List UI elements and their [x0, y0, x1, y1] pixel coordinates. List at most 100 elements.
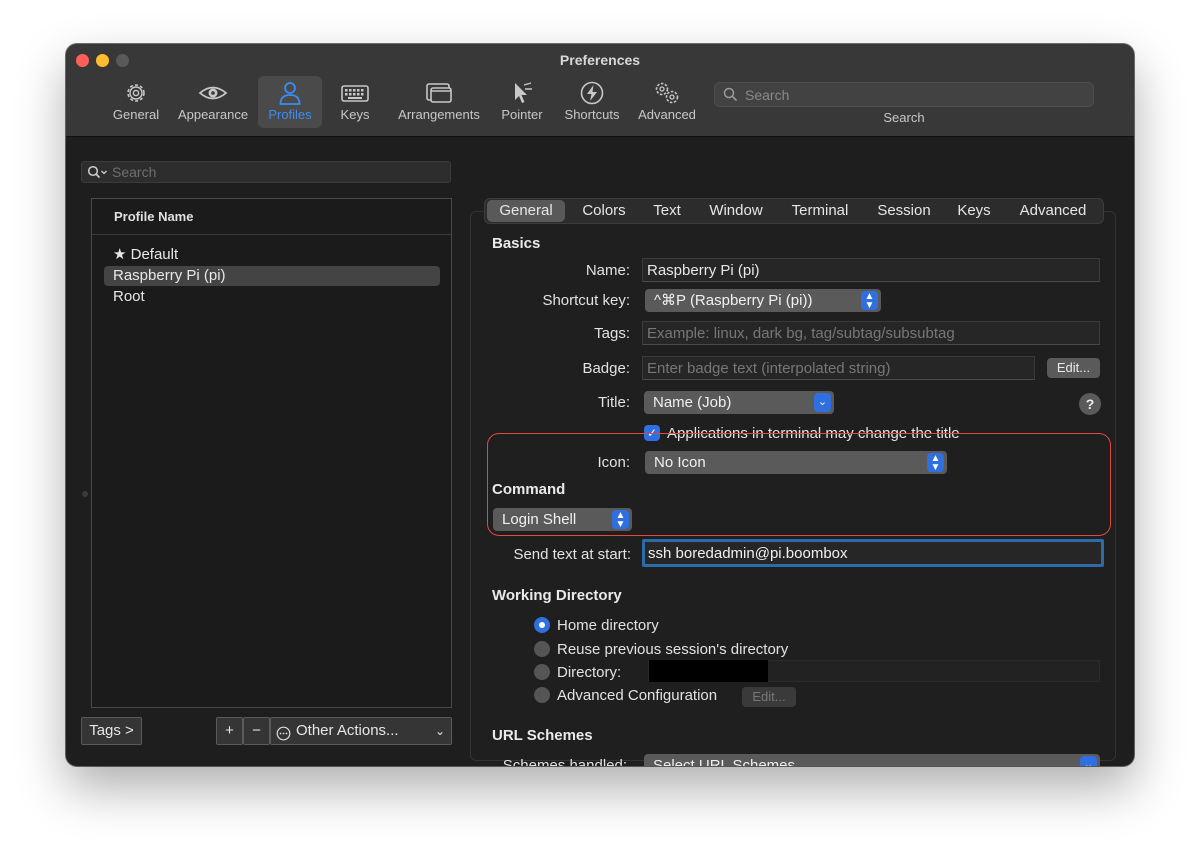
- shortcut-key-popup[interactable]: ^⌘P (Raspberry Pi (pi)) ▲ ▼: [645, 289, 881, 312]
- other-actions-menu[interactable]: Other Actions... ⌄: [270, 717, 452, 745]
- keyboard-icon: [330, 76, 380, 106]
- other-actions-label: Other Actions...: [296, 722, 399, 739]
- badge-field[interactable]: [642, 356, 1035, 380]
- url-schemes-value: Select URL Schemes...: [653, 757, 808, 766]
- preferences-window: Preferences General Appearance Profiles: [66, 44, 1134, 766]
- cursor-icon: [496, 76, 548, 106]
- reuse-directory-label: Reuse previous session's directory: [557, 641, 789, 658]
- profile-tabs: General Colors Text Window Terminal Sess…: [484, 198, 1104, 224]
- toolbar-general[interactable]: General: [110, 76, 162, 128]
- toolbar-advanced[interactable]: Advanced: [632, 76, 702, 128]
- command-type-value: Login Shell: [502, 511, 577, 528]
- tags-field[interactable]: [642, 321, 1100, 345]
- profile-item-root[interactable]: Root: [104, 287, 440, 307]
- url-schemes-popup[interactable]: Select URL Schemes... ⌄: [644, 754, 1100, 766]
- shortcut-key-label: Shortcut key:: [542, 292, 630, 309]
- toolbar-profiles-label: Profiles: [268, 107, 312, 122]
- remove-profile-button[interactable]: −: [243, 717, 270, 745]
- profile-item-default[interactable]: ★ Default: [104, 245, 440, 265]
- chevron-down-icon: ⌄: [814, 393, 831, 412]
- title-label: Title:: [598, 394, 630, 411]
- send-text-input[interactable]: [648, 544, 1088, 562]
- name-input[interactable]: [647, 262, 1095, 279]
- reuse-directory-radio[interactable]: [534, 641, 550, 657]
- shortcut-key-value: ^⌘P (Raspberry Pi (pi)): [654, 292, 813, 309]
- tab-terminal[interactable]: Terminal: [780, 200, 860, 222]
- up-down-chevron-icon: ▲ ▼: [861, 291, 878, 311]
- directory-radio[interactable]: [534, 664, 550, 680]
- eye-icon: [174, 76, 252, 106]
- tab-session[interactable]: Session: [866, 200, 942, 222]
- name-field[interactable]: [642, 258, 1100, 282]
- toolbar-pointer[interactable]: Pointer: [496, 76, 548, 128]
- advanced-configuration-radio[interactable]: [534, 687, 550, 703]
- badge-edit-button[interactable]: Edit...: [1047, 358, 1100, 378]
- toolbar-search-input[interactable]: [745, 86, 1085, 104]
- toolbar-arrangements-label: Arrangements: [398, 107, 480, 122]
- title-value: Name (Job): [653, 394, 732, 411]
- add-profile-button[interactable]: +: [216, 717, 243, 745]
- toolbar-shortcuts[interactable]: Shortcuts: [560, 76, 624, 128]
- tags-input[interactable]: [647, 325, 1095, 342]
- send-text-field[interactable]: [642, 539, 1104, 567]
- chevron-down-icon: ⌄: [434, 724, 445, 738]
- profile-search-input[interactable]: [112, 164, 442, 180]
- tab-advanced[interactable]: Advanced: [1007, 200, 1099, 222]
- profile-list: Profile Name ★ Default Raspberry Pi (pi)…: [91, 198, 452, 708]
- title-popup[interactable]: Name (Job) ⌄: [644, 391, 834, 414]
- magnifier-icon: [723, 87, 738, 107]
- tags-toggle-button[interactable]: Tags >: [81, 717, 142, 745]
- bolt-icon: [560, 76, 624, 106]
- profile-item-raspberry-pi[interactable]: Raspberry Pi (pi): [104, 266, 440, 286]
- name-label: Name:: [585, 262, 630, 279]
- badge-input[interactable]: [647, 360, 1030, 377]
- toolbar-pointer-label: Pointer: [501, 107, 543, 122]
- window-title: Preferences: [559, 52, 641, 68]
- windows-icon: [392, 76, 486, 106]
- preferences-body: Profile Name ★ Default Raspberry Pi (pi)…: [66, 138, 1134, 766]
- split-view-handle[interactable]: [82, 491, 88, 497]
- tab-text[interactable]: Text: [642, 200, 692, 222]
- toolbar-search-field[interactable]: [714, 82, 1094, 107]
- profile-list-header[interactable]: Profile Name: [114, 209, 193, 224]
- help-button[interactable]: ?: [1079, 393, 1101, 415]
- basics-section-title: Basics: [492, 235, 541, 252]
- divider: [92, 234, 451, 235]
- toolbar-general-label: General: [112, 107, 160, 122]
- advanced-configuration-edit-button[interactable]: Edit...: [742, 687, 796, 707]
- person-icon: [258, 76, 322, 106]
- toolbar-keys-label: Keys: [340, 107, 370, 122]
- tab-keys[interactable]: Keys: [947, 200, 1001, 222]
- tags-label: Tags:: [594, 325, 630, 342]
- working-directory-title: Working Directory: [492, 587, 622, 604]
- tab-colors[interactable]: Colors: [569, 200, 639, 222]
- advanced-configuration-label: Advanced Configuration: [557, 687, 718, 704]
- home-directory-radio[interactable]: [534, 617, 550, 633]
- profile-search-field[interactable]: [81, 161, 451, 183]
- tab-window[interactable]: Window: [697, 200, 775, 222]
- command-type-popup[interactable]: Login Shell ▲ ▼: [493, 508, 632, 531]
- tab-general[interactable]: General: [487, 200, 565, 222]
- command-section-title: Command: [492, 481, 566, 498]
- gear-icon: [110, 76, 162, 106]
- schemes-handled-label: Schemes handled:: [502, 757, 627, 766]
- home-directory-label: Home directory: [557, 617, 659, 634]
- toolbar-search-caption: Search: [883, 110, 925, 125]
- toolbar-shortcuts-label: Shortcuts: [564, 107, 620, 122]
- badge-label: Badge:: [582, 360, 630, 377]
- search-filter-icon[interactable]: [87, 165, 109, 184]
- toolbar-arrangements[interactable]: Arrangements: [392, 76, 486, 128]
- up-down-chevron-icon: ▲ ▼: [612, 510, 629, 530]
- toolbar-profiles[interactable]: Profiles: [258, 76, 322, 128]
- directory-label: Directory:: [557, 664, 622, 681]
- redacted-path: [649, 660, 768, 682]
- ellipsis-circle-icon: [276, 724, 291, 750]
- titlebar: Preferences General Appearance Profiles: [66, 44, 1134, 137]
- toolbar-advanced-label: Advanced: [638, 107, 696, 122]
- toolbar-keys[interactable]: Keys: [330, 76, 380, 128]
- url-schemes-title: URL Schemes: [492, 727, 593, 744]
- toolbar-appearance-label: Appearance: [177, 107, 249, 122]
- gears-icon: [632, 76, 702, 106]
- toolbar-appearance[interactable]: Appearance: [174, 76, 252, 128]
- send-text-label: Send text at start:: [513, 546, 631, 563]
